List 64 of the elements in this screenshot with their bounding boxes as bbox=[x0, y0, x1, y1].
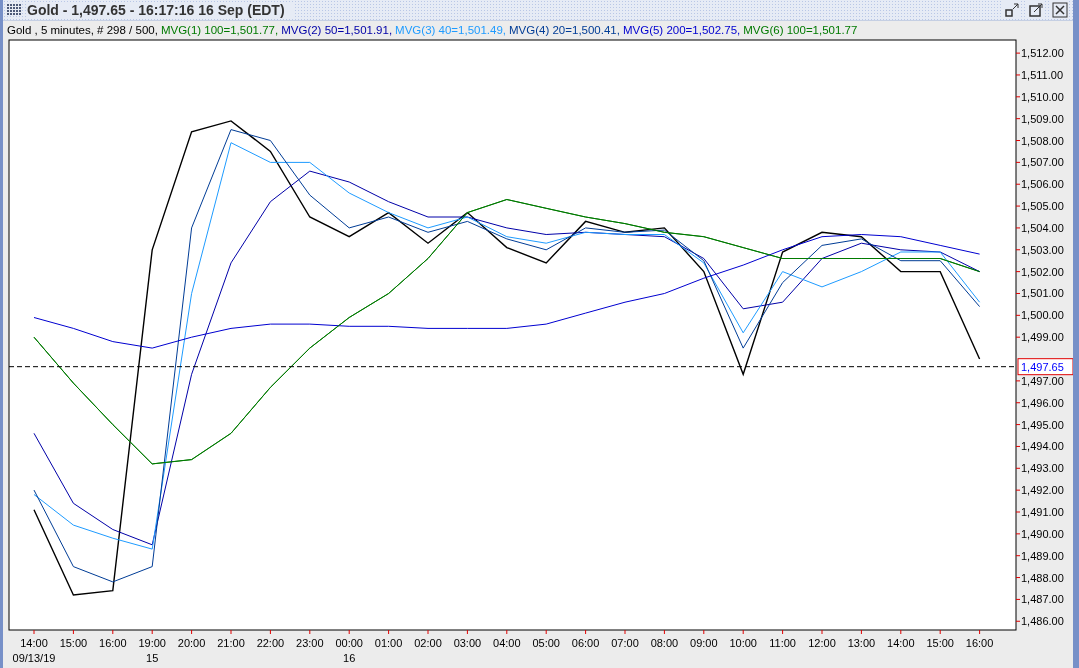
legend-entry: MVG(2) 50=1,501.91, bbox=[281, 23, 393, 36]
x-axis-label: 21:00 bbox=[217, 637, 245, 649]
x-axis-label: 19:00 bbox=[138, 637, 166, 649]
last-price-tag: 1,497.65 bbox=[1017, 358, 1073, 376]
date-label: 09/13/19 bbox=[12, 652, 56, 664]
x-axis-label: 13:00 bbox=[847, 637, 876, 649]
date-label: 16 bbox=[343, 652, 356, 664]
x-axis-label: 15:00 bbox=[59, 637, 88, 649]
y-axis-label: 1,495.00 bbox=[1021, 418, 1064, 431]
y-axis-label: 1,491.00 bbox=[1021, 506, 1064, 518]
y-axis-label: 1,506.00 bbox=[1021, 178, 1064, 191]
y-axis-label: 1,501.00 bbox=[1021, 287, 1064, 300]
legend-entry: MVG(3) 40=1,501.49, bbox=[395, 23, 507, 36]
x-axis-label: 05:00 bbox=[532, 637, 560, 649]
y-axis-label: 1,504.00 bbox=[1021, 221, 1064, 234]
x-axis-label: 08:00 bbox=[650, 637, 679, 649]
x-axis-label: 11:00 bbox=[769, 637, 796, 649]
y-axis-label: 1,497.00 bbox=[1021, 374, 1064, 387]
x-axis-label: 10:00 bbox=[729, 637, 757, 649]
y-axis-label: 1,492.00 bbox=[1021, 484, 1064, 497]
x-axis-label: 00:00 bbox=[335, 637, 363, 649]
legend-entry: MVG(6) 100=1,501.77 bbox=[743, 23, 858, 36]
y-axis-label: 1,487.00 bbox=[1021, 593, 1064, 606]
x-axis-label: 03:00 bbox=[453, 637, 482, 649]
legend-entry: MVG(5) 200=1,502.75, bbox=[622, 23, 741, 36]
y-axis-label: 1,503.00 bbox=[1021, 243, 1064, 256]
y-axis-label: 1,502.00 bbox=[1021, 265, 1064, 278]
y-axis-label: 1,507.00 bbox=[1021, 156, 1064, 169]
x-axis-label: 04:00 bbox=[493, 637, 521, 649]
y-axis-label: 1,490.00 bbox=[1021, 527, 1064, 540]
x-axis-label: 02:00 bbox=[414, 637, 442, 649]
x-axis-label: 16:00 bbox=[99, 637, 127, 649]
x-axis-label: 12:00 bbox=[808, 637, 836, 649]
y-axis-label: 1,510.00 bbox=[1021, 90, 1064, 103]
y-axis-label: 1,489.00 bbox=[1021, 549, 1064, 562]
window-title: Gold - 1,497.65 - 16:17:16 16 Sep (EDT) bbox=[27, 2, 293, 18]
legend-entry: MVG(4) 20=1,500.41, bbox=[509, 23, 620, 36]
x-axis-label: 14:00 bbox=[887, 637, 915, 649]
y-axis-label: 1,511.00 bbox=[1021, 68, 1063, 81]
x-axis-label: 07:00 bbox=[611, 637, 639, 649]
x-axis-label: 20:00 bbox=[177, 637, 206, 649]
x-axis-label: 14:00 bbox=[20, 637, 48, 649]
y-axis-label: 1,493.00 bbox=[1021, 462, 1064, 475]
x-axis-label: 15:00 bbox=[926, 637, 954, 649]
legend-entry: MVG(1) 100=1,501.77, bbox=[160, 23, 279, 36]
x-axis-label: 06:00 bbox=[571, 637, 600, 649]
y-axis-label: 1,500.00 bbox=[1021, 309, 1064, 322]
x-axis-label: 16:00 bbox=[965, 637, 994, 649]
y-axis-label: 1,505.00 bbox=[1021, 200, 1064, 213]
x-axis-label: 22:00 bbox=[256, 637, 285, 649]
y-axis-label: 1,499.00 bbox=[1021, 331, 1064, 344]
y-axis-label: 1,494.00 bbox=[1021, 440, 1064, 453]
y-axis-label: 1,512.00 bbox=[1021, 47, 1064, 60]
y-axis-label: 1,486.00 bbox=[1021, 615, 1064, 628]
x-axis-label: 01:00 bbox=[374, 637, 403, 649]
y-axis-label: 1,509.00 bbox=[1021, 112, 1064, 125]
y-axis-label: 1,496.00 bbox=[1021, 396, 1064, 409]
ref-line-label: 1,497.65 bbox=[1021, 360, 1064, 373]
y-axis-label: 1,508.00 bbox=[1021, 134, 1064, 147]
y-axis-label: 1,488.00 bbox=[1021, 571, 1064, 584]
x-axis-label: 09:00 bbox=[690, 637, 718, 649]
date-label: 15 bbox=[146, 652, 159, 664]
legend-entry: Gold , 5 minutes, # 298 / 500, bbox=[7, 23, 158, 36]
x-axis-label: 23:00 bbox=[296, 637, 324, 649]
